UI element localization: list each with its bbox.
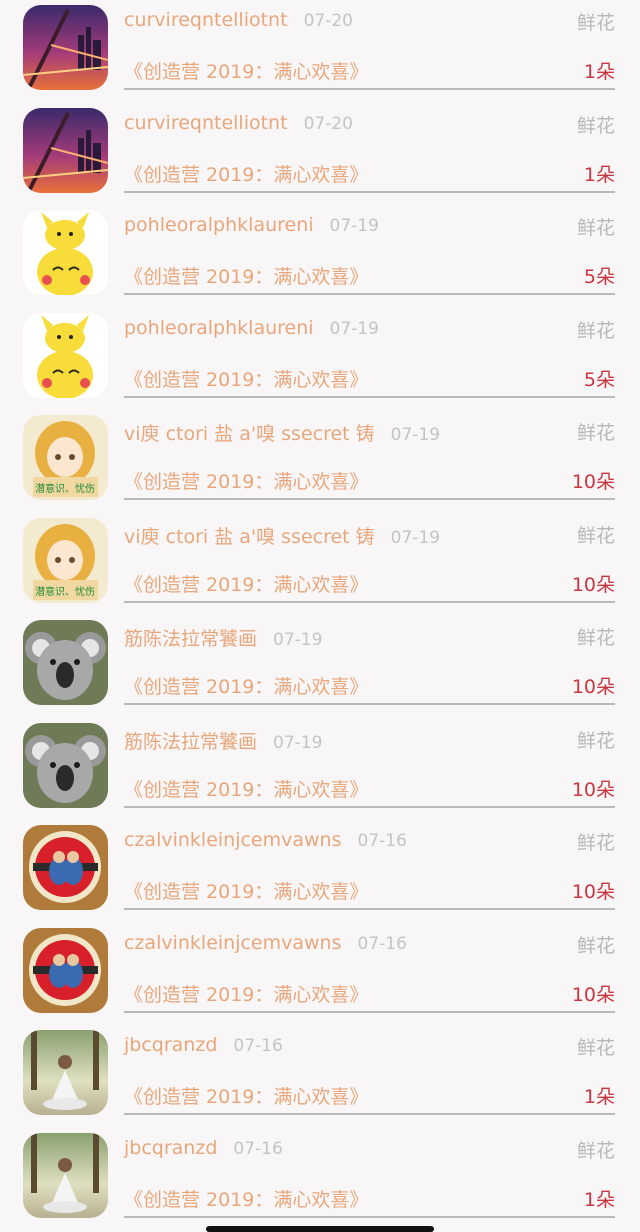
row-divider [124,703,615,705]
row-divider [124,806,615,808]
row-divider [124,396,615,398]
gift-type-label: 鲜花 [576,832,615,854]
show-title: 《创造营 2019：满心欢喜》 [124,369,369,391]
gift-count: 10朵 [571,471,615,493]
show-title: 《创造营 2019：满心欢喜》 [124,984,369,1006]
gift-type-label: 鲜花 [576,525,615,547]
list-item[interactable]: curvireqntelliotnt 07-20 鲜花 《创造营 2019：满心欢… [0,0,640,102]
emblem-avatar[interactable] [23,825,108,910]
home-indicator[interactable] [206,1226,434,1232]
show-title: 《创造营 2019：满心欢喜》 [124,471,369,493]
row-divider [124,1216,615,1218]
meditation-avatar[interactable] [23,1030,108,1115]
sender-name: vi庾 ctori 盐 a'嗅 ssecret 铸 07-19 [124,423,441,445]
city-bridge-avatar[interactable] [23,108,108,193]
meditation-avatar[interactable] [23,1133,108,1218]
gift-count: 1朵 [583,61,615,83]
list-item[interactable]: pohleoralphklaureni 07-19 鲜花 《创造营 2019：满心… [0,205,640,307]
show-title: 《创造营 2019：满心欢喜》 [124,1189,369,1211]
sender-name: pohleoralphklaureni 07-19 [124,214,379,236]
sender-name: 筋陈法拉常饕画 07-19 [124,731,323,753]
gift-date: 07-19 [329,319,379,339]
gift-date: 07-19 [329,216,379,236]
sender-name: jbcqranzd 07-16 [124,1034,283,1056]
list-item[interactable]: curvireqntelliotnt 07-20 鲜花 《创造营 2019：满心欢… [0,103,640,205]
gift-type-label: 鲜花 [576,1140,615,1162]
gift-type-label: 鲜花 [576,12,615,34]
row-divider [124,88,615,90]
koala-avatar[interactable] [23,620,108,705]
list-item[interactable]: jbcqranzd 07-16 鲜花 《创造营 2019：满心欢喜》 1朵 [0,1128,640,1230]
gift-date: 07-19 [273,733,323,753]
pikachu-avatar[interactable] [23,313,108,398]
gift-count: 10朵 [571,574,615,596]
show-title: 《创造营 2019：满心欢喜》 [124,61,369,83]
list-item[interactable]: czalvinkleinjcemvawns 07-16 鲜花 《创造营 2019：… [0,923,640,1025]
show-title: 《创造营 2019：满心欢喜》 [124,164,369,186]
gift-type-label: 鲜花 [576,627,615,649]
gift-count: 1朵 [583,1189,615,1211]
gift-count: 1朵 [583,164,615,186]
city-bridge-avatar[interactable] [23,5,108,90]
gift-count: 5朵 [583,266,615,288]
sender-name: curvireqntelliotnt 07-20 [124,112,353,134]
gift-type-label: 鲜花 [576,217,615,239]
gift-type-label: 鲜花 [576,730,615,752]
row-divider [124,908,615,910]
gift-count: 5朵 [583,369,615,391]
gift-date: 07-16 [233,1139,283,1159]
list-item[interactable]: pohleoralphklaureni 07-19 鲜花 《创造营 2019：满心… [0,308,640,410]
show-title: 《创造营 2019：满心欢喜》 [124,676,369,698]
sender-name: czalvinkleinjcemvawns 07-16 [124,932,407,954]
gift-type-label: 鲜花 [576,935,615,957]
pikachu-avatar[interactable] [23,210,108,295]
gift-type-label: 鲜花 [576,1037,615,1059]
sender-name: pohleoralphklaureni 07-19 [124,317,379,339]
list-item[interactable]: jbcqranzd 07-16 鲜花 《创造营 2019：满心欢喜》 1朵 [0,1025,640,1127]
gift-date: 07-16 [233,1036,283,1056]
emblem-avatar[interactable] [23,928,108,1013]
sender-name: 筋陈法拉常饕画 07-19 [124,628,323,650]
list-item[interactable]: 筋陈法拉常饕画 07-19 鲜花 《创造营 2019：满心欢喜》 10朵 [0,718,640,820]
row-divider [124,1113,615,1115]
gift-date: 07-16 [357,934,407,954]
gift-count: 10朵 [571,676,615,698]
sender-name: curvireqntelliotnt 07-20 [124,9,353,31]
anime-girl-avatar[interactable]: 潜意识、忧伤 [23,415,108,500]
row-divider [124,498,615,500]
sender-name: czalvinkleinjcemvawns 07-16 [124,829,407,851]
sender-name: vi庾 ctori 盐 a'嗅 ssecret 铸 07-19 [124,526,441,548]
gift-date: 07-20 [303,114,353,134]
list-item[interactable]: 筋陈法拉常饕画 07-19 鲜花 《创造营 2019：满心欢喜》 10朵 [0,615,640,717]
show-title: 《创造营 2019：满心欢喜》 [124,881,369,903]
gift-date: 07-19 [390,528,441,548]
gift-type-label: 鲜花 [576,115,615,137]
row-divider [124,293,615,295]
show-title: 《创造营 2019：满心欢喜》 [124,266,369,288]
gift-date: 07-20 [303,11,353,31]
gift-date: 07-16 [357,831,407,851]
koala-avatar[interactable] [23,723,108,808]
gift-count: 10朵 [571,881,615,903]
show-title: 《创造营 2019：满心欢喜》 [124,574,369,596]
avatar-caption: 潜意识、忧伤 [35,482,95,495]
gift-count: 10朵 [571,779,615,801]
show-title: 《创造营 2019：满心欢喜》 [124,779,369,801]
gift-type-label: 鲜花 [576,422,615,444]
row-divider [124,601,615,603]
gift-type-label: 鲜花 [576,320,615,342]
gift-count: 10朵 [571,984,615,1006]
anime-girl-avatar[interactable]: 潜意识、忧伤 [23,518,108,603]
list-item[interactable]: 潜意识、忧伤 vi庾 ctori 盐 a'嗅 ssecret 铸 07-19 鲜花… [0,410,640,512]
gift-date: 07-19 [390,425,441,445]
avatar-caption: 潜意识、忧伤 [35,585,95,598]
show-title: 《创造营 2019：满心欢喜》 [124,1086,369,1108]
gift-count: 1朵 [583,1086,615,1108]
list-item[interactable]: czalvinkleinjcemvawns 07-16 鲜花 《创造营 2019：… [0,820,640,922]
row-divider [124,191,615,193]
sender-name: jbcqranzd 07-16 [124,1137,283,1159]
gift-date: 07-19 [273,630,323,650]
row-divider [124,1011,615,1013]
list-item[interactable]: 潜意识、忧伤 vi庾 ctori 盐 a'嗅 ssecret 铸 07-19 鲜花… [0,513,640,615]
